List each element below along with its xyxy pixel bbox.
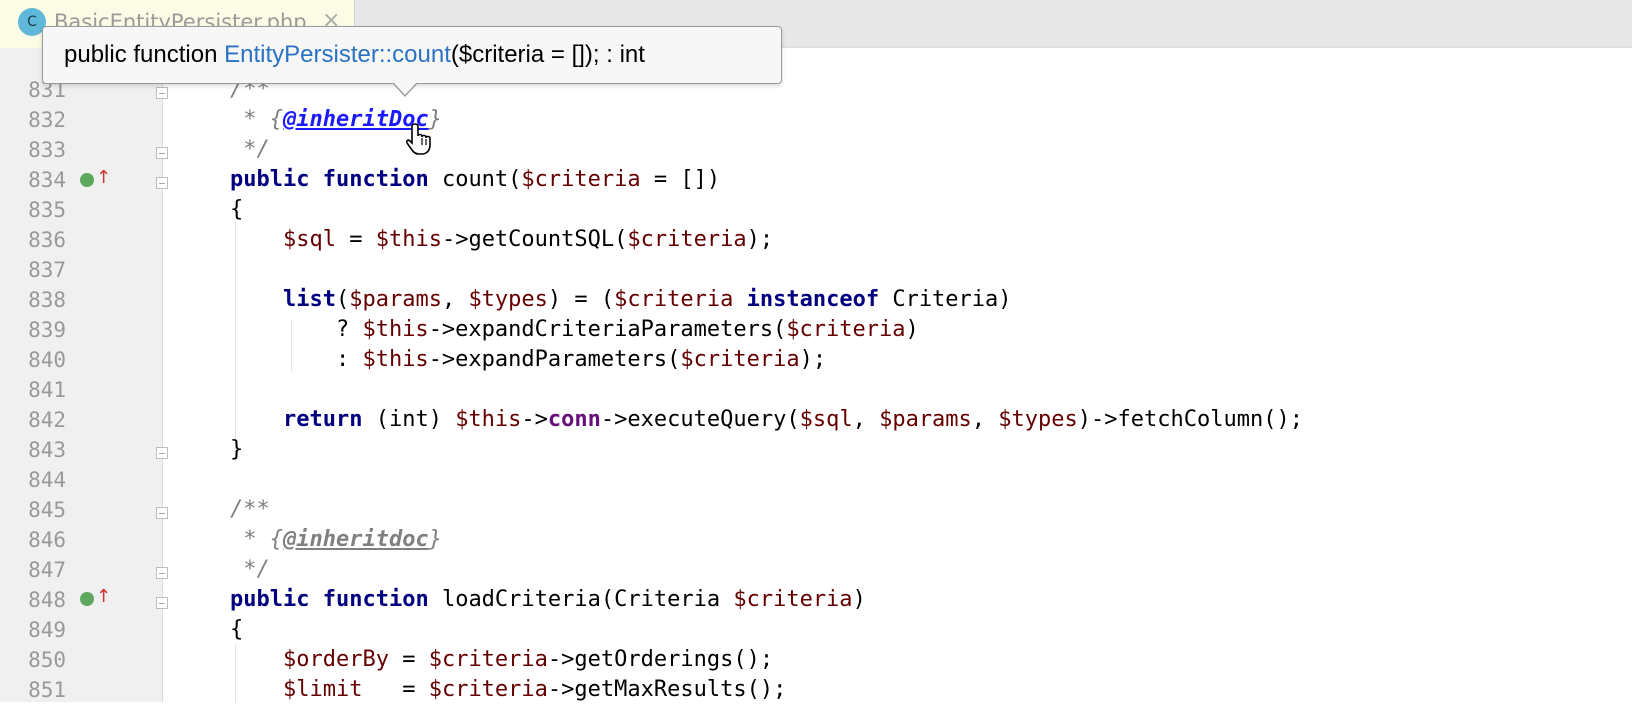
code-line: 835 { bbox=[0, 195, 1632, 225]
code-text[interactable]: $limit = $criteria->getMaxResults(); bbox=[230, 675, 786, 705]
line-number: 844 bbox=[28, 468, 66, 492]
line-number: 837 bbox=[28, 258, 66, 282]
line-number: 851 bbox=[28, 678, 66, 702]
line-number: 838 bbox=[28, 288, 66, 312]
code-text[interactable]: */ bbox=[230, 135, 270, 165]
code-text[interactable]: public function count($criteria = []) bbox=[230, 165, 720, 195]
fold-marker[interactable] bbox=[156, 597, 168, 609]
line-number: 843 bbox=[28, 438, 66, 462]
override-arrow-icon[interactable]: ↑ bbox=[96, 586, 111, 608]
code-text[interactable]: { bbox=[230, 615, 243, 645]
code-text[interactable]: public function loadCriteria(Criteria $c… bbox=[230, 585, 866, 615]
tooltip-suffix: ($criteria = []); : int bbox=[450, 41, 645, 68]
code-line: 832 * {@inheritDoc} bbox=[0, 105, 1632, 135]
code-line: 844 bbox=[0, 465, 1632, 495]
implements-method-icon[interactable] bbox=[80, 592, 94, 606]
code-line: 834 public function count($criteria = []) bbox=[0, 165, 1632, 195]
tooltip-method-link[interactable]: EntityPersister::count bbox=[224, 41, 451, 68]
code-line: 833 */ bbox=[0, 135, 1632, 165]
line-number: 848 bbox=[28, 588, 66, 612]
line-number: 841 bbox=[28, 378, 66, 402]
code-line: 851 $limit = $criteria->getMaxResults(); bbox=[0, 675, 1632, 705]
line-number: 834 bbox=[28, 168, 66, 192]
code-text[interactable]: return (int) $this->conn->executeQuery($… bbox=[230, 405, 1303, 435]
code-line: 836 $sql = $this->getCountSQL($criteria)… bbox=[0, 225, 1632, 255]
code-text[interactable]: ? $this->expandCriteriaParameters($crite… bbox=[230, 315, 919, 345]
line-number: 847 bbox=[28, 558, 66, 582]
code-line: 846 * {@inheritdoc} bbox=[0, 525, 1632, 555]
fold-marker[interactable] bbox=[156, 507, 168, 519]
implements-method-icon[interactable] bbox=[80, 173, 94, 187]
signature-tooltip: public function EntityPersister::count($… bbox=[42, 26, 782, 84]
code-text[interactable]: { bbox=[230, 195, 243, 225]
line-number: 839 bbox=[28, 318, 66, 342]
hand-pointer-icon bbox=[406, 123, 431, 155]
line-number: 846 bbox=[28, 528, 66, 552]
line-number: 849 bbox=[28, 618, 66, 642]
line-number: 850 bbox=[28, 648, 66, 672]
fold-marker[interactable] bbox=[156, 567, 168, 579]
fold-marker[interactable] bbox=[156, 87, 168, 99]
tooltip-prefix: public function bbox=[64, 41, 225, 68]
line-number: 840 bbox=[28, 348, 66, 372]
code-text[interactable]: : $this->expandParameters($criteria); bbox=[230, 345, 826, 375]
code-line: 850 $orderBy = $criteria->getOrderings()… bbox=[0, 645, 1632, 675]
line-number: 842 bbox=[28, 408, 66, 432]
code-line: 837 bbox=[0, 255, 1632, 285]
code-line: 838 list($params, $types) = ($criteria i… bbox=[0, 285, 1632, 315]
line-number: 832 bbox=[28, 108, 66, 132]
line-number: 835 bbox=[28, 198, 66, 222]
fold-marker[interactable] bbox=[156, 447, 168, 459]
code-text[interactable]: * {@inheritdoc} bbox=[230, 525, 442, 555]
tooltip-pointer bbox=[392, 82, 418, 97]
line-number: 833 bbox=[28, 138, 66, 162]
code-text[interactable]: list($params, $types) = ($criteria insta… bbox=[230, 285, 1012, 315]
code-text[interactable]: $orderBy = $criteria->getOrderings(); bbox=[230, 645, 773, 675]
code-text[interactable]: $sql = $this->getCountSQL($criteria); bbox=[230, 225, 773, 255]
code-line: 841 bbox=[0, 375, 1632, 405]
code-line: 849 { bbox=[0, 615, 1632, 645]
fold-marker[interactable] bbox=[156, 147, 168, 159]
fold-marker[interactable] bbox=[156, 177, 168, 189]
code-text[interactable]: /** bbox=[230, 495, 270, 525]
line-number: 845 bbox=[28, 498, 66, 522]
line-number: 836 bbox=[28, 228, 66, 252]
code-line: 848 public function loadCriteria(Criteria… bbox=[0, 585, 1632, 615]
code-line: 845 /** bbox=[0, 495, 1632, 525]
code-line: 847 */ bbox=[0, 555, 1632, 585]
code-text[interactable]: } bbox=[230, 435, 243, 465]
code-line: 840 : $this->expandParameters($criteria)… bbox=[0, 345, 1632, 375]
code-line: 839 ? $this->expandCriteriaParameters($c… bbox=[0, 315, 1632, 345]
code-text[interactable]: */ bbox=[230, 555, 270, 585]
code-line: 842 return (int) $this->conn->executeQue… bbox=[0, 405, 1632, 435]
code-line: 843} bbox=[0, 435, 1632, 465]
override-arrow-icon[interactable]: ↑ bbox=[96, 167, 111, 189]
